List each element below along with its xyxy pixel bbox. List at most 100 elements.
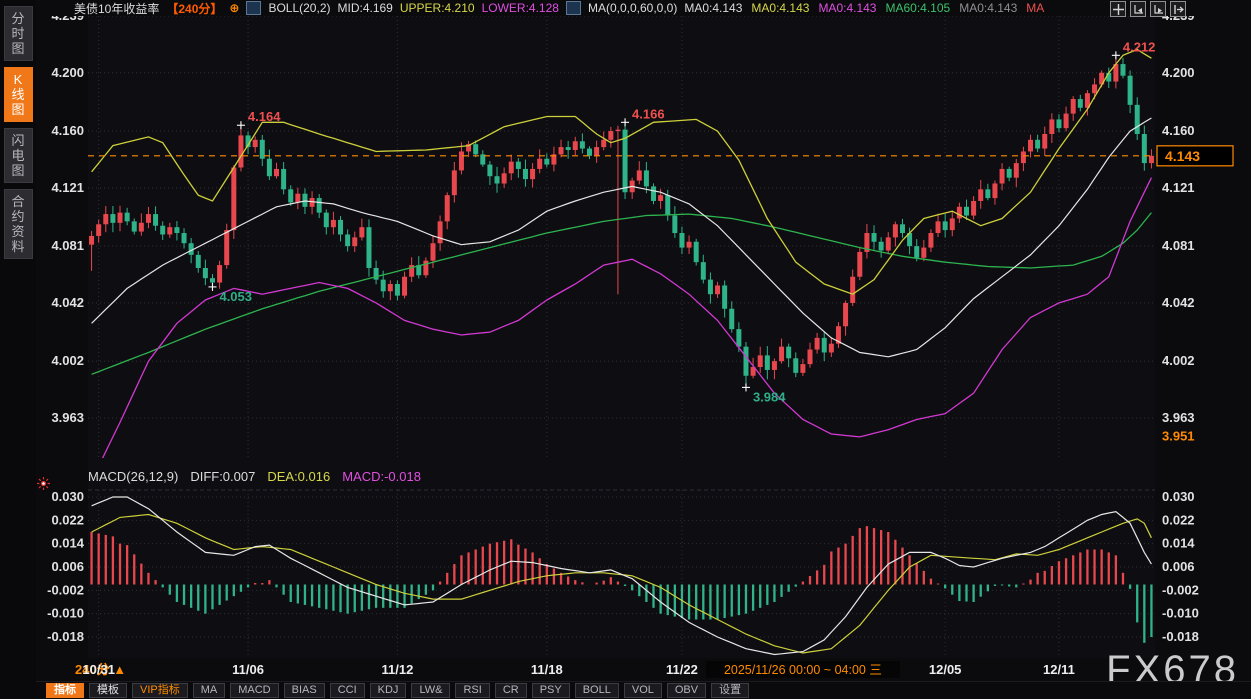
toolbar-button-指标[interactable]: 指标 [46, 683, 84, 698]
toolbar-button-CCI[interactable]: CCI [330, 683, 365, 698]
pan-right-icon[interactable] [1170, 1, 1186, 17]
boll-upper-value: UPPER:4.210 [400, 1, 475, 15]
toolbar-button-VOL[interactable]: VOL [624, 683, 662, 698]
ma-value-5: MA [1026, 1, 1044, 15]
ma-value-0: MA0:4.143 [684, 1, 742, 15]
svg-text:11/12: 11/12 [382, 662, 414, 677]
alert-starburst-icon[interactable] [36, 476, 51, 491]
last-price-box: 4.143 [1157, 146, 1233, 166]
svg-text:-0.010: -0.010 [47, 606, 84, 621]
svg-text:2025/11/26 00:00 ~ 04:00 三: 2025/11/26 00:00 ~ 04:00 三 [724, 663, 882, 677]
boll-label: BOLL(20,2) [268, 1, 330, 15]
ma-values: MA0:4.143 MA0:4.143 MA0:4.143 MA60:4.105 MA0… [684, 1, 1044, 15]
svg-text:4.081: 4.081 [51, 238, 84, 253]
svg-text:4.121: 4.121 [1162, 180, 1195, 195]
svg-text:10/31: 10/31 [82, 662, 115, 677]
svg-text:0.014: 0.014 [1162, 536, 1195, 551]
svg-text:12/05: 12/05 [929, 662, 962, 677]
svg-text:4.002: 4.002 [51, 353, 84, 368]
macd-dea-value: DEA:0.016 [267, 469, 330, 484]
svg-text:0.014: 0.014 [51, 536, 84, 551]
axis-scale-right-icon[interactable] [1150, 1, 1166, 17]
boll-lower-value: LOWER:4.128 [482, 1, 559, 15]
svg-text:4.212: 4.212 [1123, 39, 1156, 54]
toolbar-button-CR[interactable]: CR [495, 683, 527, 698]
svg-text:4.081: 4.081 [1162, 238, 1195, 253]
main-panel: 美债10年收益率 【240分】 ⊕ BOLL(20,2) MID:4.169 U… [36, 0, 1251, 699]
svg-text:11/06: 11/06 [232, 662, 264, 677]
svg-text:0.006: 0.006 [1162, 559, 1195, 574]
svg-text:11/22: 11/22 [666, 662, 698, 677]
toolbar-button-RSI[interactable]: RSI [455, 683, 489, 698]
ma-chart-icon [566, 1, 581, 15]
toolbar-button-MA[interactable]: MA [193, 683, 226, 698]
svg-text:4.121: 4.121 [51, 180, 84, 195]
svg-text:4.164: 4.164 [248, 109, 281, 124]
svg-text:0.022: 0.022 [1162, 512, 1195, 527]
svg-text:4.160: 4.160 [1162, 123, 1195, 138]
kline-chart[interactable]: 4.053 4.164 4.166 3.984 4.212 4.239 4.239 4.200… [36, 16, 1251, 683]
svg-text:-0.018: -0.018 [47, 629, 84, 644]
svg-text:11/18: 11/18 [531, 662, 563, 677]
sidebar-tab-2[interactable]: 闪 电 图 [4, 128, 33, 183]
svg-text:3.963: 3.963 [51, 410, 84, 425]
svg-text:3.984: 3.984 [753, 389, 786, 404]
svg-text:4.002: 4.002 [1162, 353, 1195, 368]
toolbar-button-设置[interactable]: 设置 [711, 683, 749, 698]
ma-value-4: MA0:4.143 [959, 1, 1017, 15]
ma-value-1: MA0:4.143 [751, 1, 809, 15]
boll-chart-icon [246, 1, 261, 15]
sidebar-tab-3[interactable]: 合 约 资 料 [4, 189, 33, 259]
toolbar-button-BIAS[interactable]: BIAS [284, 683, 325, 698]
date-axis: 240分 ▲10/3111/0611/1211/1811/2212/0512/1… [75, 661, 1075, 678]
svg-text:4.160: 4.160 [51, 123, 84, 138]
svg-text:4.239: 4.239 [1162, 16, 1195, 23]
svg-text:-0.002: -0.002 [1162, 582, 1199, 597]
svg-text:12/11: 12/11 [1043, 662, 1075, 677]
svg-text:4.143: 4.143 [1165, 148, 1200, 164]
app-root: 分 时 图 K 线 图闪 电 图合 约 资 料 美债10年收益率 【240分】 ⊕… [0, 0, 1251, 699]
svg-text:0.006: 0.006 [51, 559, 84, 574]
ma-value-3: MA60:4.105 [885, 1, 950, 15]
boll-mid-value: MID:4.169 [338, 1, 393, 15]
sidebar-tab-1[interactable]: K 线 图 [4, 67, 33, 122]
macd-header: MACD(26,12,9) DIFF:0.007 DEA:0.016 MACD:… [88, 469, 421, 484]
toolbar-button-VIP指标[interactable]: VIP指标 [132, 683, 188, 698]
add-indicator-icon[interactable]: ⊕ [229, 1, 239, 15]
toolbar-button-LW&[interactable]: LW& [411, 683, 450, 698]
svg-text:-0.018: -0.018 [1162, 629, 1199, 644]
svg-text:4.200: 4.200 [51, 65, 84, 80]
svg-text:0.030: 0.030 [1162, 489, 1195, 504]
instrument-title: 美债10年收益率 [74, 0, 159, 16]
toolbar-button-OBV[interactable]: OBV [667, 683, 706, 698]
svg-text:0.030: 0.030 [51, 489, 84, 504]
chart-header: 美债10年收益率 【240分】 ⊕ BOLL(20,2) MID:4.169 U… [36, 0, 1251, 16]
sidebar: 分 时 图 K 线 图闪 电 图合 约 资 料 [0, 0, 36, 699]
bottom-toolbar: 指标模板 VIP指标 MA MACD BIAS CCI KDJ LW&RSI CR PSY BOLL… [36, 681, 1251, 699]
svg-text:4.239: 4.239 [51, 16, 84, 23]
svg-text:3.963: 3.963 [1162, 410, 1195, 425]
crosshair-icon[interactable] [1110, 1, 1126, 17]
toolbar-button-KDJ[interactable]: KDJ [370, 683, 407, 698]
svg-text:4.166: 4.166 [632, 106, 665, 121]
svg-text:-0.010: -0.010 [1162, 606, 1199, 621]
svg-text:4.053: 4.053 [219, 289, 252, 304]
toolbar-button-BOLL[interactable]: BOLL [575, 683, 619, 698]
axis-scale-left-icon[interactable] [1130, 1, 1146, 17]
svg-text:3.951: 3.951 [1162, 428, 1195, 443]
period-badge: 【240分】 [166, 0, 222, 16]
sidebar-tab-0[interactable]: 分 时 图 [4, 6, 33, 61]
ma-label: MA(0,0,0,60,0,0) [588, 1, 677, 15]
macd-diff-value: DIFF:0.007 [190, 469, 255, 484]
svg-text:0.022: 0.022 [51, 512, 84, 527]
svg-text:4.042: 4.042 [51, 295, 84, 310]
svg-text:4.042: 4.042 [1162, 295, 1195, 310]
svg-text:4.200: 4.200 [1162, 65, 1195, 80]
ma-value-2: MA0:4.143 [818, 1, 876, 15]
toolbar-button-MACD[interactable]: MACD [230, 683, 278, 698]
svg-text:-0.002: -0.002 [47, 582, 84, 597]
macd-label: MACD(26,12,9) [88, 469, 178, 484]
toolbar-button-PSY[interactable]: PSY [532, 683, 570, 698]
macd-macd-value: MACD:-0.018 [342, 469, 421, 484]
toolbar-button-模板[interactable]: 模板 [89, 683, 127, 698]
